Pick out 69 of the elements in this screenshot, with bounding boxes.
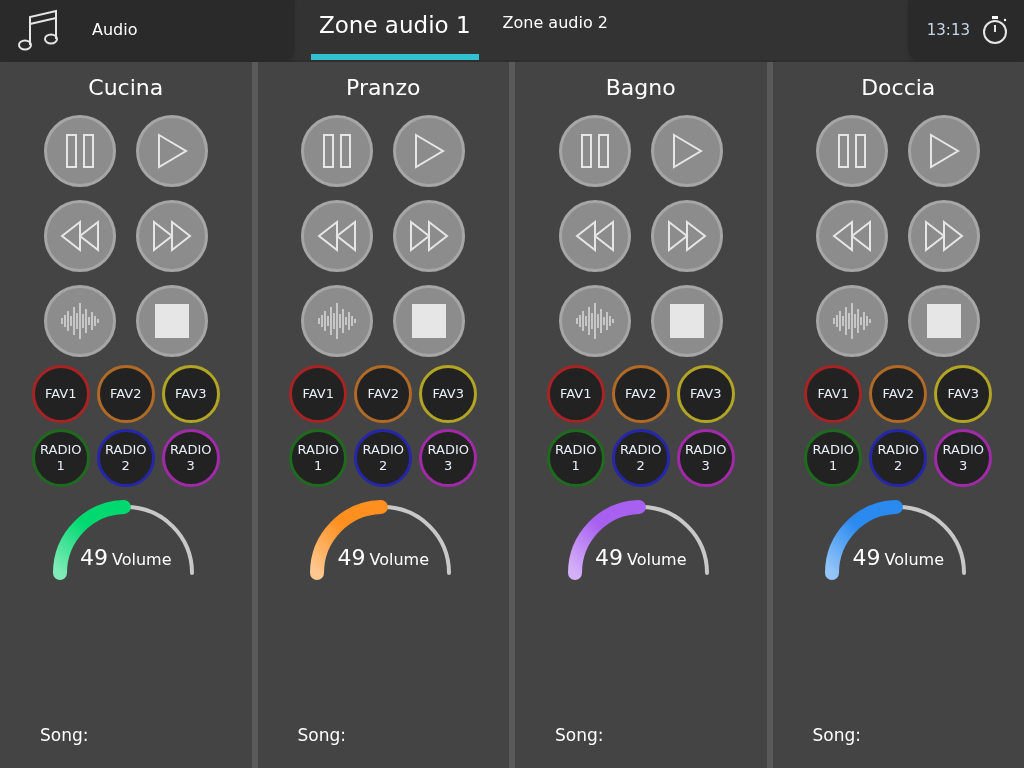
stop-icon	[927, 304, 962, 338]
volume-value: 49	[852, 544, 881, 572]
volume-label: Volume	[112, 549, 172, 571]
sound-wave-icon	[316, 301, 359, 341]
fast-forward-icon	[409, 220, 450, 252]
volume-value: 49	[80, 544, 108, 572]
rewind-icon	[832, 220, 873, 252]
pause-icon	[837, 133, 868, 169]
stop-icon	[669, 304, 704, 338]
song-label: Song:	[296, 723, 346, 747]
rewind-icon	[574, 220, 615, 252]
preset-button[interactable]: FAV3	[934, 365, 993, 423]
fast-forward-icon	[151, 220, 192, 252]
preset-button[interactable]: RADIO 1	[804, 429, 863, 487]
pause-icon	[579, 133, 610, 169]
stop-icon	[412, 304, 447, 338]
volume-label: Volume	[884, 549, 944, 571]
preset-button[interactable]: FAV2	[96, 365, 155, 423]
preset-button[interactable]: FAV1	[31, 365, 90, 423]
music-note-icon	[16, 8, 60, 52]
preset-button[interactable]: RADIO 1	[546, 429, 605, 487]
preset-button[interactable]: FAV1	[804, 365, 863, 423]
preset-button[interactable]: FAV2	[354, 365, 413, 423]
preset-button[interactable]: FAV2	[869, 365, 928, 423]
zone-name: Pranzo	[346, 74, 421, 102]
stopwatch-icon	[982, 15, 1008, 45]
song-label: Song:	[811, 723, 861, 747]
preset-button[interactable]: FAV3	[676, 365, 735, 423]
pause-icon	[64, 133, 95, 169]
app-title: Audio	[92, 19, 138, 41]
rewind-icon	[317, 220, 358, 252]
sound-wave-icon	[58, 301, 101, 341]
preset-button[interactable]: RADIO 2	[611, 429, 670, 487]
stop-icon	[154, 304, 189, 338]
preset-button[interactable]: RADIO 3	[934, 429, 993, 487]
preset-button[interactable]: RADIO 1	[31, 429, 90, 487]
zone-name: Doccia	[861, 74, 936, 102]
zone-name: Bagno	[605, 74, 676, 102]
clock-time: 13:13	[926, 19, 970, 41]
volume-value: 49	[595, 544, 623, 572]
sound-wave-icon	[573, 301, 616, 341]
preset-button[interactable]: RADIO 2	[354, 429, 413, 487]
fast-forward-icon	[666, 220, 707, 252]
preset-button[interactable]: FAV1	[546, 365, 605, 423]
preset-button[interactable]: RADIO 3	[676, 429, 735, 487]
preset-button[interactable]: RADIO 2	[869, 429, 928, 487]
play-icon	[155, 133, 188, 169]
sound-wave-icon	[831, 301, 874, 341]
preset-button[interactable]: FAV1	[289, 365, 348, 423]
preset-button[interactable]: RADIO 3	[419, 429, 478, 487]
song-label: Song:	[39, 723, 89, 747]
play-icon	[413, 133, 446, 169]
volume-label: Volume	[627, 549, 687, 571]
preset-button[interactable]: RADIO 3	[161, 429, 220, 487]
pause-icon	[322, 133, 353, 169]
preset-button[interactable]: FAV2	[611, 365, 670, 423]
volume-value: 49	[337, 544, 366, 572]
preset-button[interactable]: RADIO 1	[289, 429, 348, 487]
preset-button[interactable]: RADIO 2	[96, 429, 155, 487]
zone-tab[interactable]: Zone audio 2	[498, 0, 612, 60]
play-icon	[928, 133, 961, 169]
play-icon	[670, 133, 703, 169]
preset-button[interactable]: FAV3	[161, 365, 220, 423]
rewind-icon	[59, 220, 100, 252]
preset-button[interactable]: FAV3	[419, 365, 478, 423]
song-label: Song:	[554, 723, 604, 747]
volume-label: Volume	[369, 549, 429, 571]
zone-name: Cucina	[88, 74, 164, 102]
fast-forward-icon	[924, 220, 965, 252]
